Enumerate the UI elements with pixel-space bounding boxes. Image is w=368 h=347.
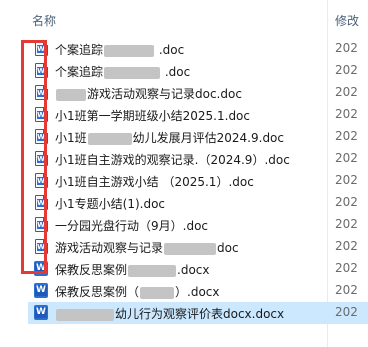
file-list: W 个案追踪 .doc 202 W 个案追踪 .doc 202 W 游戏活动观察… (0, 38, 368, 324)
file-modified: 202 (335, 63, 358, 77)
word-doc-icon: W (35, 129, 48, 144)
file-name: 幼儿行为观察评价表docx.docx (55, 305, 284, 322)
redacted-text (128, 264, 177, 277)
file-modified: 202 (335, 195, 358, 209)
file-row[interactable]: W 小1班第一学期班级小结2025.1.doc 202 (0, 104, 368, 126)
file-row[interactable]: W 保教反思案例 .docx 202 (0, 258, 368, 280)
file-name: 游戏活动观察与记录doc.doc (55, 85, 242, 102)
file-row[interactable]: W 小1班自主游戏的观察记录.（2024.9）.doc 202 (0, 148, 368, 170)
file-name: 个案追踪 .doc (55, 65, 191, 79)
file-name: 小1班自主游戏小结 （2025.1）.doc (55, 175, 254, 189)
word-doc-icon: W (35, 63, 48, 78)
file-row[interactable]: W 个案追踪 .doc 202 (0, 38, 368, 60)
redacted-text (104, 66, 161, 79)
redacted-text (104, 44, 155, 57)
file-modified: 202 (335, 129, 358, 143)
file-row[interactable]: W 保教反思案例（ ）.docx 202 (0, 280, 368, 302)
file-name: 保教反思案例 .docx (55, 263, 210, 277)
file-modified: 202 (335, 151, 358, 165)
word-doc-icon: W (35, 85, 48, 100)
redacted-text (87, 132, 132, 145)
file-row[interactable]: W 游戏活动观察与记录doc.doc 202 (0, 82, 368, 104)
file-name: 个案追踪 .doc (55, 43, 185, 57)
file-modified: 202 (335, 85, 358, 99)
redacted-text (164, 242, 217, 255)
file-name: 小1专题小结(1).doc (55, 197, 166, 211)
file-name: 小1班自主游戏的观察记录.（2024.9）.doc (55, 153, 290, 167)
file-name: 一分园光盘行动（9月）.doc (55, 219, 209, 233)
file-name: 小1班第一学期班级小结2025.1.doc (55, 109, 250, 123)
word-docx-icon: W (34, 261, 48, 276)
word-doc-icon: W (35, 41, 48, 56)
file-row[interactable]: W 一分园光盘行动（9月）.doc 202 (0, 214, 368, 236)
redacted-text (56, 88, 86, 101)
file-row[interactable]: W 小1班 幼儿发展月评估2024.9.doc 202 (0, 126, 368, 148)
modified-column-header[interactable]: 修改 (335, 12, 359, 29)
word-doc-icon: W (35, 239, 48, 254)
file-modified: 202 (335, 107, 358, 121)
file-modified: 202 (335, 261, 358, 275)
word-doc-icon: W (35, 195, 48, 210)
column-header: 名称 修改 (0, 0, 368, 33)
word-docx-icon: W (34, 283, 48, 298)
file-row[interactable]: W 小1班自主游戏小结 （2025.1）.doc 202 (0, 170, 368, 192)
file-name: 保教反思案例（ ）.docx (55, 285, 220, 299)
file-modified: 202 (335, 217, 358, 231)
word-doc-icon: W (35, 151, 48, 166)
word-doc-icon: W (35, 107, 48, 122)
redacted-text (140, 286, 175, 299)
file-row-selected[interactable]: W 幼儿行为观察评价表docx.docx 202 (0, 302, 368, 324)
word-docx-icon: W (34, 305, 48, 320)
name-column-header[interactable]: 名称 (32, 12, 56, 29)
file-name: 小1班 幼儿发展月评估2024.9.doc (55, 131, 285, 145)
file-modified: 202 (335, 305, 358, 319)
file-explorer: 名称 修改 W 个案追踪 .doc 202 W 个案追踪 .doc 202 W … (0, 0, 368, 347)
file-name: 游戏活动观察与记录 doc (55, 241, 239, 255)
file-row[interactable]: W 小1专题小结(1).doc 202 (0, 192, 368, 214)
file-modified: 202 (335, 173, 358, 187)
redacted-text (56, 308, 114, 321)
word-doc-icon: W (35, 173, 48, 188)
file-row[interactable]: W 游戏活动观察与记录 doc 202 (0, 236, 368, 258)
file-modified: 202 (335, 239, 358, 253)
word-doc-icon: W (35, 217, 48, 232)
file-row[interactable]: W 个案追踪 .doc 202 (0, 60, 368, 82)
file-modified: 202 (335, 283, 358, 297)
file-modified: 202 (335, 41, 358, 55)
